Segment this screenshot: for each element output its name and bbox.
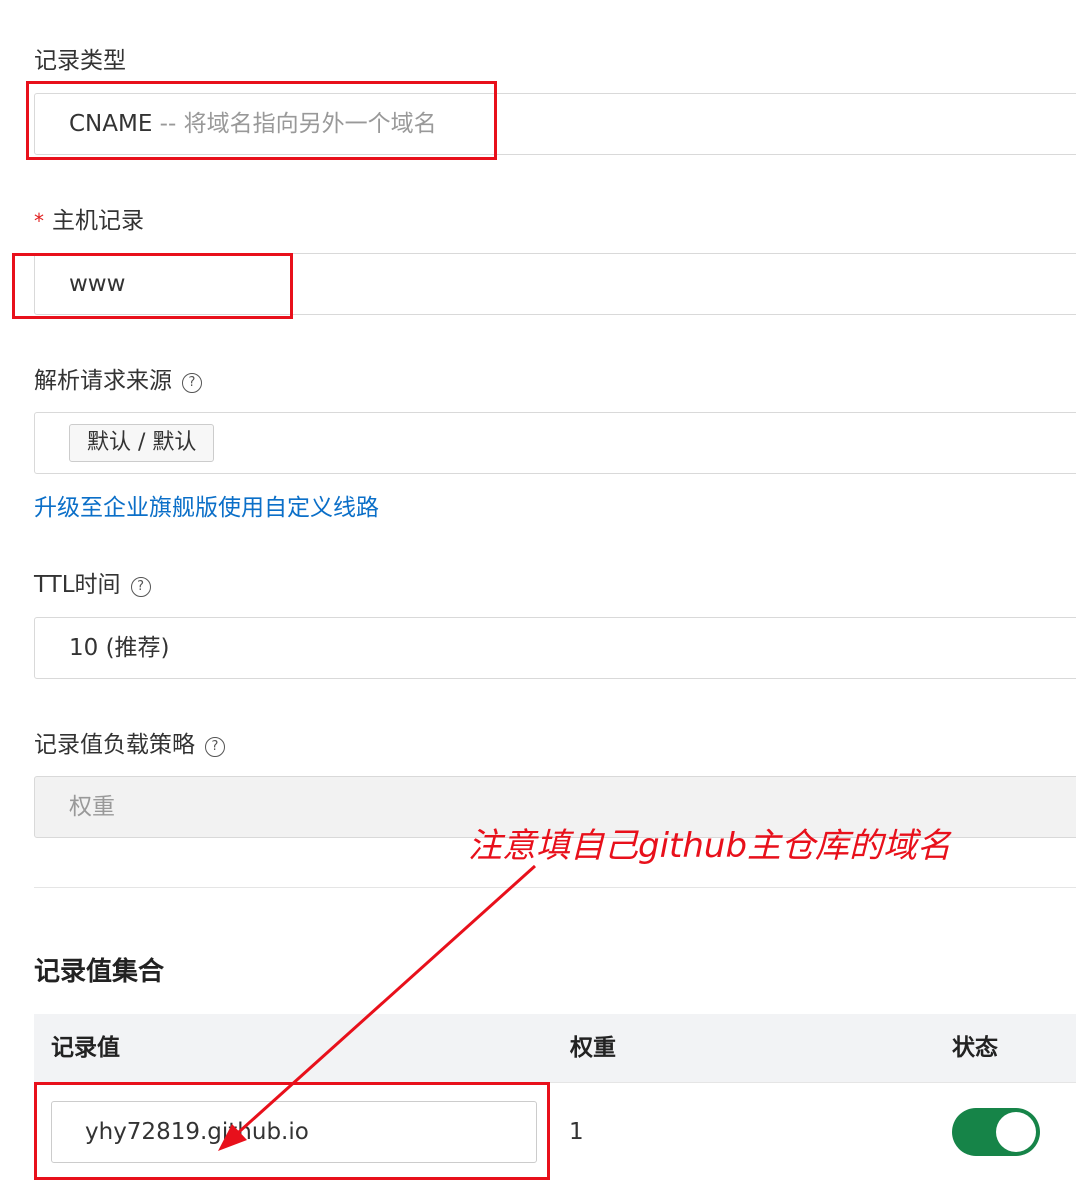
annotation-arrow — [218, 864, 537, 1151]
